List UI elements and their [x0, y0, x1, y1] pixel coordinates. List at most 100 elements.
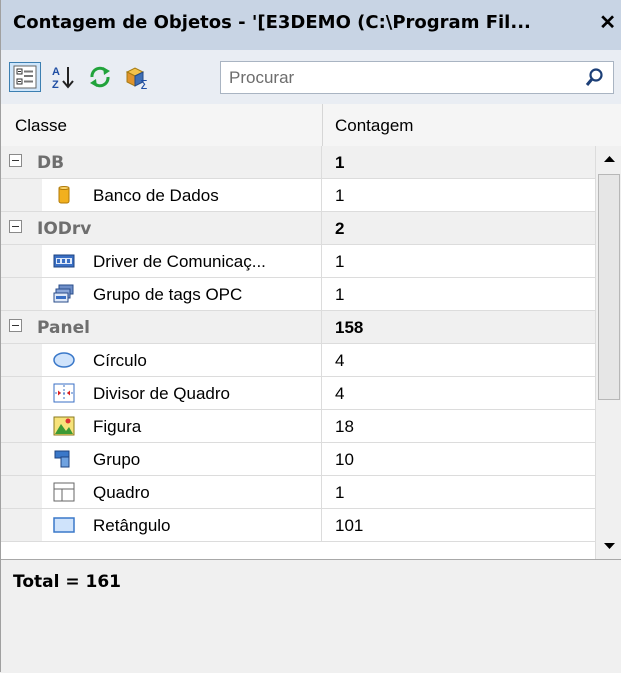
- scroll-down-button[interactable]: [597, 533, 621, 559]
- item-name: Banco de Dados: [93, 186, 219, 205]
- item-name-cell: Grupo de tags OPC: [1, 278, 322, 310]
- list-item[interactable]: Banco de Dados 1: [1, 179, 595, 212]
- item-name-cell: Grupo: [1, 443, 322, 475]
- column-header-classe[interactable]: Classe: [15, 116, 67, 136]
- item-name-cell: Divisor de Quadro: [1, 377, 322, 409]
- window-title: Contagem de Objetos - '[E3DEMO (C:\Progr…: [13, 12, 531, 33]
- item-count: 10: [335, 450, 354, 469]
- list-item[interactable]: Círculo 4: [1, 344, 595, 377]
- item-count: 1: [335, 483, 345, 502]
- row-gutter: [1, 509, 42, 541]
- list-item[interactable]: Divisor de Quadro 4: [1, 377, 595, 410]
- group-name: IODrv: [37, 219, 92, 239]
- item-count: 1: [335, 285, 345, 304]
- scrollbar-thumb[interactable]: [598, 174, 620, 400]
- list-item[interactable]: Retângulo 101: [1, 509, 595, 542]
- vertical-scrollbar[interactable]: [595, 146, 621, 559]
- item-name: Figura: [93, 417, 142, 436]
- item-count: 1: [335, 252, 345, 271]
- object-count-window: Contagem de Objetos - '[E3DEMO (C:\Progr…: [0, 0, 621, 673]
- opc-tag-group-icon: [53, 284, 74, 303]
- item-count: 4: [335, 384, 345, 403]
- collapse-icon[interactable]: [9, 154, 22, 167]
- group-row-panel[interactable]: Panel 158: [1, 311, 595, 344]
- grid-header: Classe Contagem: [1, 104, 621, 147]
- opc-driver-icon: [53, 254, 75, 268]
- title-bar: Contagem de Objetos - '[E3DEMO (C:\Progr…: [1, 0, 621, 50]
- item-name-cell: Driver de Comunicaç...: [1, 245, 322, 277]
- group-name-cell: IODrv: [1, 212, 322, 244]
- arrow-down-icon: [604, 543, 615, 549]
- collapse-icon[interactable]: [9, 319, 22, 332]
- item-name-cell: Círculo: [1, 344, 322, 376]
- row-gutter: [1, 278, 42, 310]
- group-row-db[interactable]: DB 1: [1, 146, 595, 179]
- item-name-cell: Banco de Dados: [1, 179, 322, 211]
- group-name-cell: Panel: [1, 311, 322, 343]
- frame-icon: [53, 482, 75, 502]
- search-box: [220, 61, 614, 94]
- database-icon: [58, 186, 70, 204]
- item-name: Divisor de Quadro: [93, 384, 231, 403]
- list-item[interactable]: Figura 18: [1, 410, 595, 443]
- row-gutter: [1, 245, 42, 277]
- description-panel: Total = 161: [1, 559, 621, 673]
- circle-icon: [53, 352, 75, 368]
- refresh-button[interactable]: [84, 62, 116, 92]
- item-name: Grupo de tags OPC: [93, 285, 243, 304]
- row-gutter: [1, 179, 42, 211]
- item-name: Retângulo: [93, 516, 171, 535]
- item-name-cell: Retângulo: [1, 509, 322, 541]
- grid-rows: DB 1 Banco de Dados 1 IODrv 2 Driver de …: [1, 146, 595, 542]
- scroll-up-button[interactable]: [597, 146, 621, 172]
- row-gutter: [1, 344, 42, 376]
- item-name: Grupo: [93, 450, 141, 469]
- item-name: Círculo: [93, 351, 147, 370]
- row-gutter: [1, 443, 42, 475]
- search-icon[interactable]: [585, 67, 605, 87]
- column-header-contagem[interactable]: Contagem: [335, 116, 413, 136]
- list-item[interactable]: Grupo de tags OPC 1: [1, 278, 595, 311]
- group-count: 2: [335, 219, 345, 238]
- frame-divider-icon: [53, 383, 75, 403]
- item-name-cell: Quadro: [1, 476, 322, 508]
- list-item[interactable]: Driver de Comunicaç... 1: [1, 245, 595, 278]
- item-name: Quadro: [93, 483, 150, 502]
- categorized-view-button[interactable]: [9, 62, 41, 92]
- figure-icon: [53, 416, 75, 436]
- group-name: Panel: [37, 318, 90, 338]
- close-icon[interactable]: ✕: [599, 10, 616, 36]
- row-gutter: [1, 476, 42, 508]
- collapse-icon[interactable]: [9, 220, 22, 233]
- column-divider[interactable]: [322, 104, 323, 146]
- list-item[interactable]: Quadro 1: [1, 476, 595, 509]
- group-name: DB: [37, 153, 65, 173]
- row-gutter: [1, 377, 42, 409]
- group-count: 1: [335, 153, 345, 172]
- refresh-icon: [90, 66, 110, 88]
- svg-text:Σ: Σ: [140, 78, 148, 90]
- item-name-cell: Figura: [1, 410, 322, 442]
- sort-alphabetical-button[interactable]: A Z: [47, 62, 79, 92]
- categorized-view-icon: [13, 65, 37, 89]
- item-name: Driver de Comunicaç...: [93, 252, 266, 271]
- list-item[interactable]: Grupo 10: [1, 443, 595, 476]
- group-row-iodrv[interactable]: IODrv 2: [1, 212, 595, 245]
- svg-text:A: A: [52, 66, 60, 78]
- rectangle-icon: [53, 517, 75, 533]
- sum-objects-button[interactable]: Σ: [121, 62, 153, 92]
- toolbar: A Z Σ: [1, 50, 621, 105]
- row-gutter: [1, 410, 42, 442]
- sum-objects-icon: Σ: [125, 67, 148, 90]
- item-count: 101: [335, 516, 364, 535]
- search-input[interactable]: [227, 65, 571, 91]
- sort-az-icon: A Z: [52, 66, 74, 90]
- group-icon: [54, 450, 70, 468]
- total-count: Total = 161: [13, 572, 122, 592]
- item-count: 1: [335, 186, 345, 205]
- group-count: 158: [335, 318, 364, 337]
- item-count: 18: [335, 417, 354, 436]
- group-name-cell: DB: [1, 146, 322, 178]
- svg-text:Z: Z: [52, 79, 59, 90]
- property-grid: Classe Contagem DB 1 Banco de Dados 1 IO…: [1, 104, 621, 559]
